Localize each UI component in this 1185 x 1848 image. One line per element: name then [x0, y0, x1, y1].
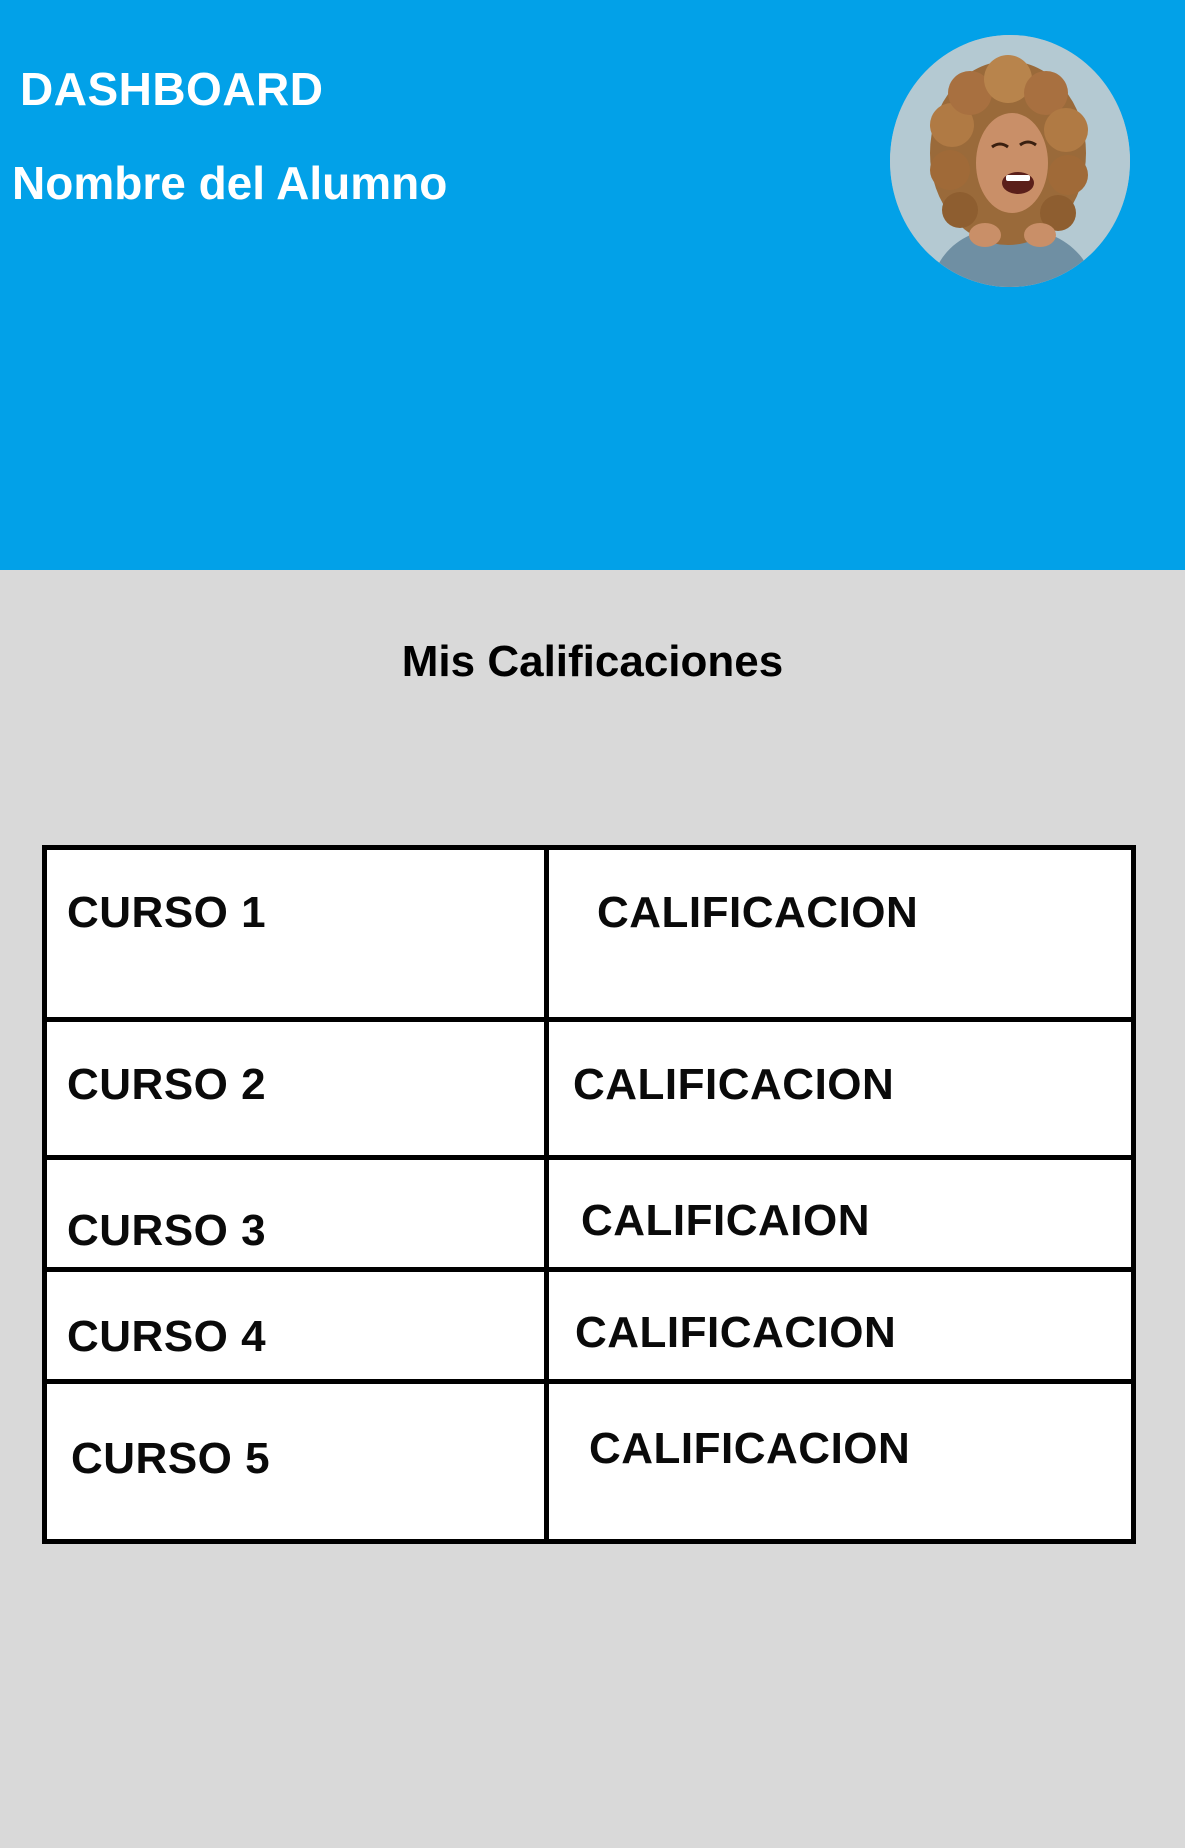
table-row: CURSO 4 CALIFICACION	[42, 1267, 1136, 1384]
grade-cell: CALIFICACION	[544, 1017, 1136, 1160]
dashboard-title: DASHBOARD	[20, 63, 324, 115]
course-cell: CURSO 5	[42, 1379, 549, 1544]
course-cell: CURSO 4	[42, 1267, 549, 1384]
course-cell: CURSO 1	[42, 845, 549, 1022]
student-name: Nombre del Alumno	[12, 157, 448, 209]
course-cell: CURSO 3	[42, 1155, 549, 1272]
course-cell: CURSO 2	[42, 1017, 549, 1160]
grade-cell: CALIFICAION	[544, 1155, 1136, 1272]
grade-cell: CALIFICACION	[544, 1267, 1136, 1384]
grades-table: CURSO 1 CALIFICACION CURSO 2 CALIFICACIO…	[42, 845, 1136, 1544]
student-photo-icon	[890, 35, 1130, 287]
grade-cell: CALIFICACION	[544, 845, 1136, 1022]
table-row: CURSO 2 CALIFICACION	[42, 1017, 1136, 1160]
avatar[interactable]	[890, 35, 1130, 287]
table-row: CURSO 5 CALIFICACION	[42, 1379, 1136, 1544]
table-row: CURSO 1 CALIFICACION	[42, 845, 1136, 1022]
dashboard-header: DASHBOARD Nombre del Alumno	[0, 0, 1185, 570]
grades-section-title: Mis Calificaciones	[401, 637, 784, 686]
grade-cell: CALIFICACION	[544, 1379, 1136, 1544]
table-row: CURSO 3 CALIFICAION	[42, 1155, 1136, 1272]
